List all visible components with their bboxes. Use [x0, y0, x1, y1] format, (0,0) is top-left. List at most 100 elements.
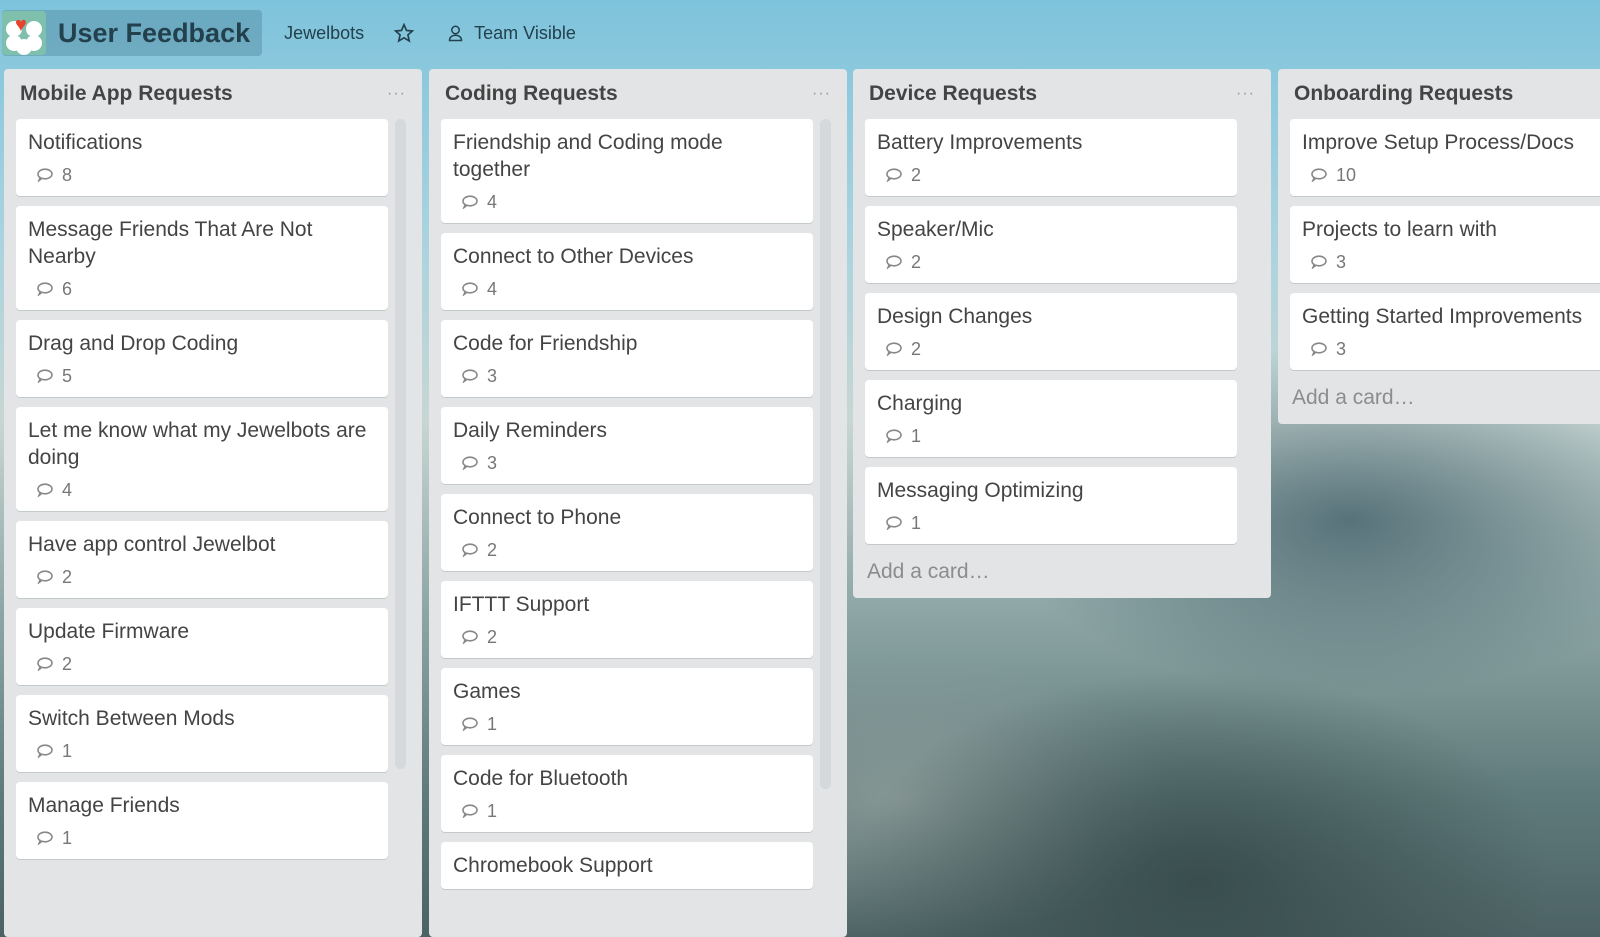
- comment-badge: 4: [461, 278, 801, 300]
- comment-badge: 2: [885, 251, 1225, 273]
- card[interactable]: Getting Started Improvements 3: [1290, 293, 1600, 370]
- list: Mobile App Requests ··· Notifications 8 M…: [4, 69, 422, 937]
- comment-icon: [37, 831, 53, 845]
- card[interactable]: Messaging Optimizing 1: [865, 467, 1237, 544]
- card[interactable]: Update Firmware 2: [16, 608, 388, 685]
- card[interactable]: Switch Between Mods 1: [16, 695, 388, 772]
- comment-count: 3: [487, 365, 498, 386]
- card-title: Charging: [877, 392, 963, 415]
- card[interactable]: Let me know what my Jewelbots are doing …: [16, 407, 388, 511]
- add-card-button[interactable]: Add a card…: [1278, 380, 1600, 424]
- list-title: Coding Requests: [445, 82, 618, 105]
- list: Onboarding Requests Improve Setup Proces…: [1278, 69, 1600, 424]
- jewelbots-logo-icon: ♥: [2, 11, 46, 55]
- card[interactable]: Notifications 8: [16, 119, 388, 196]
- comment-badge: 3: [1310, 251, 1596, 273]
- comment-count: 2: [911, 164, 922, 185]
- comment-badge: 5: [36, 365, 376, 387]
- card[interactable]: Games 1: [441, 668, 813, 745]
- card[interactable]: Design Changes 2: [865, 293, 1237, 370]
- card-title: Design Changes: [877, 305, 1033, 328]
- comment-icon: [462, 543, 478, 557]
- card-list: Notifications 8 Message Friends That Are …: [4, 119, 394, 859]
- team-link[interactable]: Jewelbots: [284, 23, 364, 44]
- comment-count: 1: [487, 800, 498, 821]
- card[interactable]: Projects to learn with 3: [1290, 206, 1600, 283]
- comment-icon: [462, 717, 478, 731]
- card[interactable]: Chromebook Support: [441, 842, 813, 889]
- card-title: Switch Between Mods: [28, 707, 235, 730]
- card-title: Have app control Jewelbot: [28, 533, 276, 556]
- card-title: Battery Improvements: [877, 131, 1083, 154]
- card[interactable]: Have app control Jewelbot 2: [16, 521, 388, 598]
- star-button[interactable]: [394, 23, 415, 43]
- list-menu-button[interactable]: ···: [387, 85, 406, 103]
- card[interactable]: Friendship and Coding mode together 4: [441, 119, 813, 223]
- card[interactable]: Improve Setup Process/Docs 10: [1290, 119, 1600, 196]
- card[interactable]: Battery Improvements 2: [865, 119, 1237, 196]
- comment-count: 2: [911, 338, 922, 359]
- card-list: Battery Improvements 2 Speaker/Mic 2 Desig…: [853, 119, 1271, 544]
- comment-badge: 2: [885, 338, 1225, 360]
- card-title: Connect to Other Devices: [453, 245, 694, 268]
- card-title: Games: [453, 680, 521, 703]
- comment-badge: 2: [885, 164, 1225, 186]
- comment-icon: [886, 429, 902, 443]
- comment-icon: [37, 570, 53, 584]
- list-menu-button[interactable]: ···: [812, 85, 831, 103]
- comment-count: 2: [487, 539, 498, 560]
- add-card-button[interactable]: Add a card…: [853, 554, 1271, 598]
- comment-badge: 3: [1310, 338, 1596, 360]
- list-title: Device Requests: [869, 82, 1038, 105]
- comment-count: 3: [487, 452, 498, 473]
- card[interactable]: Manage Friends 1: [16, 782, 388, 859]
- card[interactable]: Daily Reminders 3: [441, 407, 813, 484]
- card[interactable]: Connect to Other Devices 4: [441, 233, 813, 310]
- card[interactable]: Code for Bluetooth 1: [441, 755, 813, 832]
- comment-icon: [462, 456, 478, 470]
- comment-badge: 3: [461, 452, 801, 474]
- card[interactable]: Speaker/Mic 2: [865, 206, 1237, 283]
- comment-icon: [37, 657, 53, 671]
- comment-icon: [37, 483, 53, 497]
- card-title: Speaker/Mic: [877, 218, 994, 241]
- visibility-button[interactable]: Team Visible: [448, 23, 576, 44]
- comment-count: 2: [487, 626, 498, 647]
- comment-count: 1: [62, 740, 73, 761]
- list-title: Onboarding Requests: [1294, 82, 1514, 105]
- comment-icon: [886, 255, 902, 269]
- comment-badge: 1: [36, 740, 376, 762]
- comment-icon: [886, 342, 902, 356]
- comment-badge: 1: [36, 827, 376, 849]
- comment-badge: 6: [36, 278, 376, 300]
- comment-icon: [462, 195, 478, 209]
- card-title: Let me know what my Jewelbots are doing: [28, 419, 367, 469]
- card-title: IFTTT Support: [453, 593, 590, 616]
- list-scrollbar[interactable]: [820, 119, 831, 789]
- card-title: Manage Friends: [28, 794, 180, 817]
- comment-badge: 1: [885, 425, 1225, 447]
- comment-icon: [462, 804, 478, 818]
- card[interactable]: IFTTT Support 2: [441, 581, 813, 658]
- card-title: Getting Started Improvements: [1302, 305, 1583, 328]
- comment-count: 1: [62, 827, 73, 848]
- list-menu-button[interactable]: ···: [1236, 85, 1255, 103]
- card[interactable]: Message Friends That Are Not Nearby 6: [16, 206, 388, 310]
- card[interactable]: Charging 1: [865, 380, 1237, 457]
- board-title-button[interactable]: ♥ User Feedback: [2, 10, 263, 56]
- list: Coding Requests ··· Friendship and Codin…: [429, 69, 847, 937]
- card[interactable]: Drag and Drop Coding 5: [16, 320, 388, 397]
- comment-badge: 1: [461, 713, 801, 735]
- comment-count: 2: [911, 251, 922, 272]
- comment-badge: 8: [36, 164, 376, 186]
- card-title: Notifications: [28, 131, 143, 154]
- comment-count: 6: [62, 278, 73, 299]
- comment-icon: [37, 168, 53, 182]
- card[interactable]: Code for Friendship 3: [441, 320, 813, 397]
- card-title: Connect to Phone: [453, 506, 622, 529]
- list-scrollbar[interactable]: [395, 119, 406, 769]
- board-header: ♥ User Feedback Jewelbots Team Visible: [0, 0, 1600, 66]
- comment-count: 1: [911, 425, 922, 446]
- list: Device Requests ··· Battery Improvements…: [853, 69, 1271, 598]
- card[interactable]: Connect to Phone 2: [441, 494, 813, 571]
